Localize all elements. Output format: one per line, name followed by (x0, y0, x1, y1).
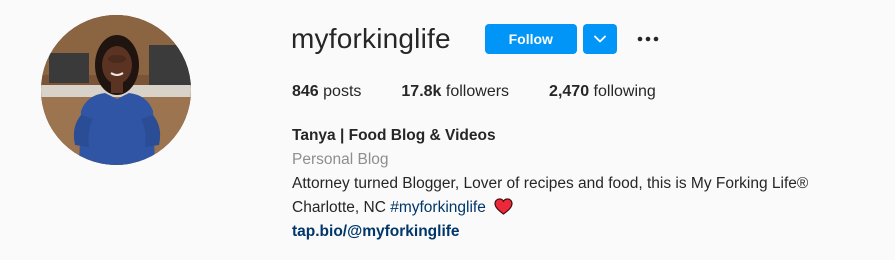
posts-stat: 846 posts (292, 82, 361, 102)
following-label: following (593, 83, 656, 100)
following-stat[interactable]: 2,470 following (549, 82, 656, 102)
followers-count: 17.8k (401, 83, 442, 100)
profile-header: myforkinglife Follow (291, 24, 663, 54)
suggested-accounts-dropdown-button[interactable] (582, 24, 617, 54)
avatar-image (41, 15, 191, 165)
more-options-icon (637, 36, 659, 42)
profile-username: myforkinglife (291, 23, 451, 54)
heart-icon (494, 198, 513, 215)
followers-stat[interactable]: 17.8k followers (401, 82, 509, 102)
bio-location: Charlotte, NC (292, 199, 386, 216)
bio-website-link[interactable]: tap.bio/@myforkinglife (292, 223, 460, 240)
bio-hashtag-link[interactable]: #myforkinglife (390, 199, 486, 216)
posts-label: posts (323, 83, 362, 100)
profile-full-name: Tanya | Food Blog & Videos (292, 127, 496, 144)
posts-count: 846 (292, 83, 319, 100)
profile-category: Personal Blog (292, 151, 389, 168)
chevron-down-icon (593, 35, 606, 43)
profile-stats: 846 posts 17.8k followers 2,470 followin… (292, 82, 696, 102)
bio-location-line: Charlotte, NC #myforkinglife (292, 196, 882, 220)
following-count: 2,470 (549, 83, 590, 100)
profile-avatar[interactable] (41, 15, 191, 165)
bio-text: Attorney turned Blogger, Lover of recipe… (292, 175, 809, 192)
follow-button[interactable]: Follow (484, 24, 577, 54)
more-options-button[interactable] (633, 24, 663, 54)
profile-bio: Tanya | Food Blog & Videos Personal Blog… (292, 124, 882, 244)
followers-label: followers (445, 83, 510, 100)
